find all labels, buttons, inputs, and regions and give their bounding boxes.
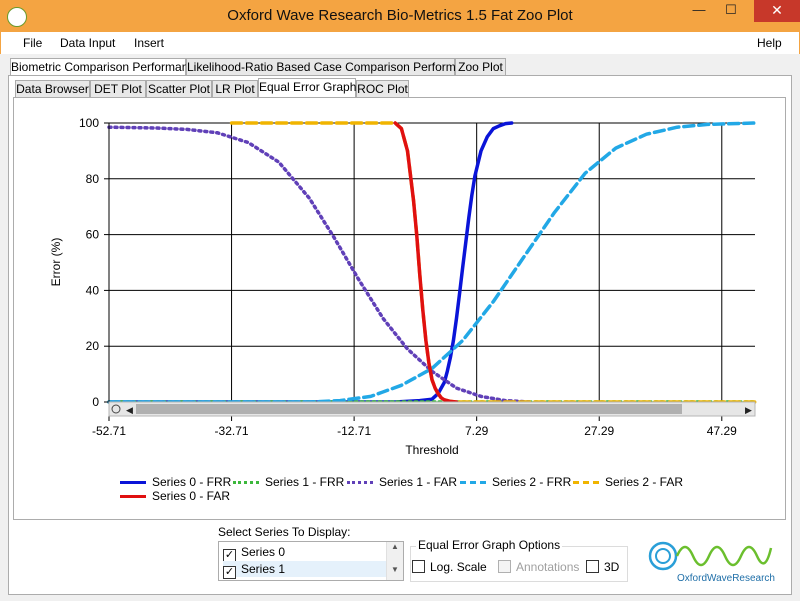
series-line-4 — [229, 121, 757, 404]
scroll-down-icon[interactable]: ▼ — [387, 565, 403, 574]
legend-swatch — [120, 481, 146, 485]
legend-swatch — [573, 481, 599, 485]
series-item-1[interactable]: ✓ Series 1 — [223, 561, 388, 579]
x-tick-label: -32.71 — [215, 424, 249, 438]
logo-spiral-icon — [648, 541, 678, 571]
logo-wave-icon — [675, 545, 773, 567]
series-select-list[interactable]: ✓ Series 0 ✓ Series 1 ▲ ▼ — [218, 541, 404, 581]
y-tick-label: 20 — [86, 339, 100, 353]
series-select-label: Select Series To Display: — [218, 525, 351, 539]
x-tick-label: -52.71 — [92, 424, 126, 438]
y-tick-label: 40 — [86, 283, 100, 297]
legend-item: Series 2 - FAR — [573, 475, 683, 489]
y-axis-label: Error (%) — [49, 238, 63, 287]
x-tick-label: -12.71 — [337, 424, 371, 438]
series-line-5 — [393, 121, 459, 404]
y-tick-label: 100 — [79, 116, 99, 130]
legend-swatch — [233, 481, 259, 485]
3d-option[interactable]: 3D — [586, 560, 619, 574]
legend-label: Series 0 - FRR — [152, 475, 232, 489]
series-1-checkbox[interactable]: ✓ — [223, 566, 236, 579]
scroll-right-icon[interactable]: ▶ — [745, 405, 752, 415]
series-line-2 — [107, 125, 532, 404]
legend-swatch — [347, 481, 373, 485]
options-group-title: Equal Error Graph Options — [416, 538, 563, 552]
y-tick-label: 80 — [86, 172, 100, 186]
series-item-0[interactable]: ✓ Series 0 — [223, 544, 388, 562]
series-item-label: Series 1 — [241, 562, 286, 576]
scrollbar-thumb[interactable] — [136, 404, 682, 414]
legend-item: Series 2 - FRR — [460, 475, 571, 489]
x-tick-label: 27.29 — [584, 424, 614, 438]
equal-error-graph-chart: ◀ ▶ 0 20 40 60 80 100 -52.71 -32.71 -12.71 7.29 27… — [49, 116, 757, 457]
scroll-up-icon[interactable]: ▲ — [387, 542, 403, 551]
legend-swatch — [460, 481, 486, 485]
series-item-label: Series 0 — [241, 545, 286, 559]
legend-item: Series 0 - FRR — [120, 475, 231, 489]
log-scale-checkbox[interactable] — [412, 560, 425, 573]
x-tick-label: 47.29 — [707, 424, 737, 438]
series-list-scrollbar[interactable]: ▲ ▼ — [386, 542, 403, 580]
legend-label: Series 1 - FAR — [379, 475, 458, 489]
scroll-left-icon[interactable]: ◀ — [126, 405, 133, 415]
log-scale-option[interactable]: Log. Scale — [412, 560, 487, 574]
y-tick-label: 60 — [86, 228, 100, 242]
annotations-option[interactable]: Annotations — [498, 560, 579, 574]
y-tick-label: 0 — [92, 395, 99, 409]
legend-item: Series 1 - FAR — [347, 475, 457, 489]
annotations-label: Annotations — [516, 560, 580, 574]
series-line-0 — [107, 121, 514, 404]
x-tick-label: 7.29 — [465, 424, 489, 438]
series-line-3 — [107, 121, 757, 404]
logo-spiral-inner-icon — [655, 548, 671, 564]
log-scale-label: Log. Scale — [430, 560, 487, 574]
oxford-wave-research-logo: OxfordWaveResearch — [648, 541, 775, 584]
3d-label: 3D — [604, 560, 620, 574]
legend-label: Series 1 - FRR — [265, 475, 345, 489]
chart-legend: Series 0 - FRR Series 1 - FRR Series 1 -… — [115, 473, 765, 507]
legend-label: Series 0 - FAR — [152, 489, 231, 503]
annotations-checkbox[interactable] — [498, 560, 511, 573]
legend-item: Series 0 - FAR — [120, 489, 230, 503]
3d-checkbox[interactable] — [586, 560, 599, 573]
legend-label: Series 2 - FAR — [605, 475, 684, 489]
logo-text: OxfordWaveResearch — [677, 573, 775, 584]
legend-label: Series 2 - FRR — [492, 475, 572, 489]
x-axis-label: Threshold — [405, 443, 458, 457]
legend-item: Series 1 - FRR — [233, 475, 344, 489]
legend-swatch — [120, 495, 146, 499]
